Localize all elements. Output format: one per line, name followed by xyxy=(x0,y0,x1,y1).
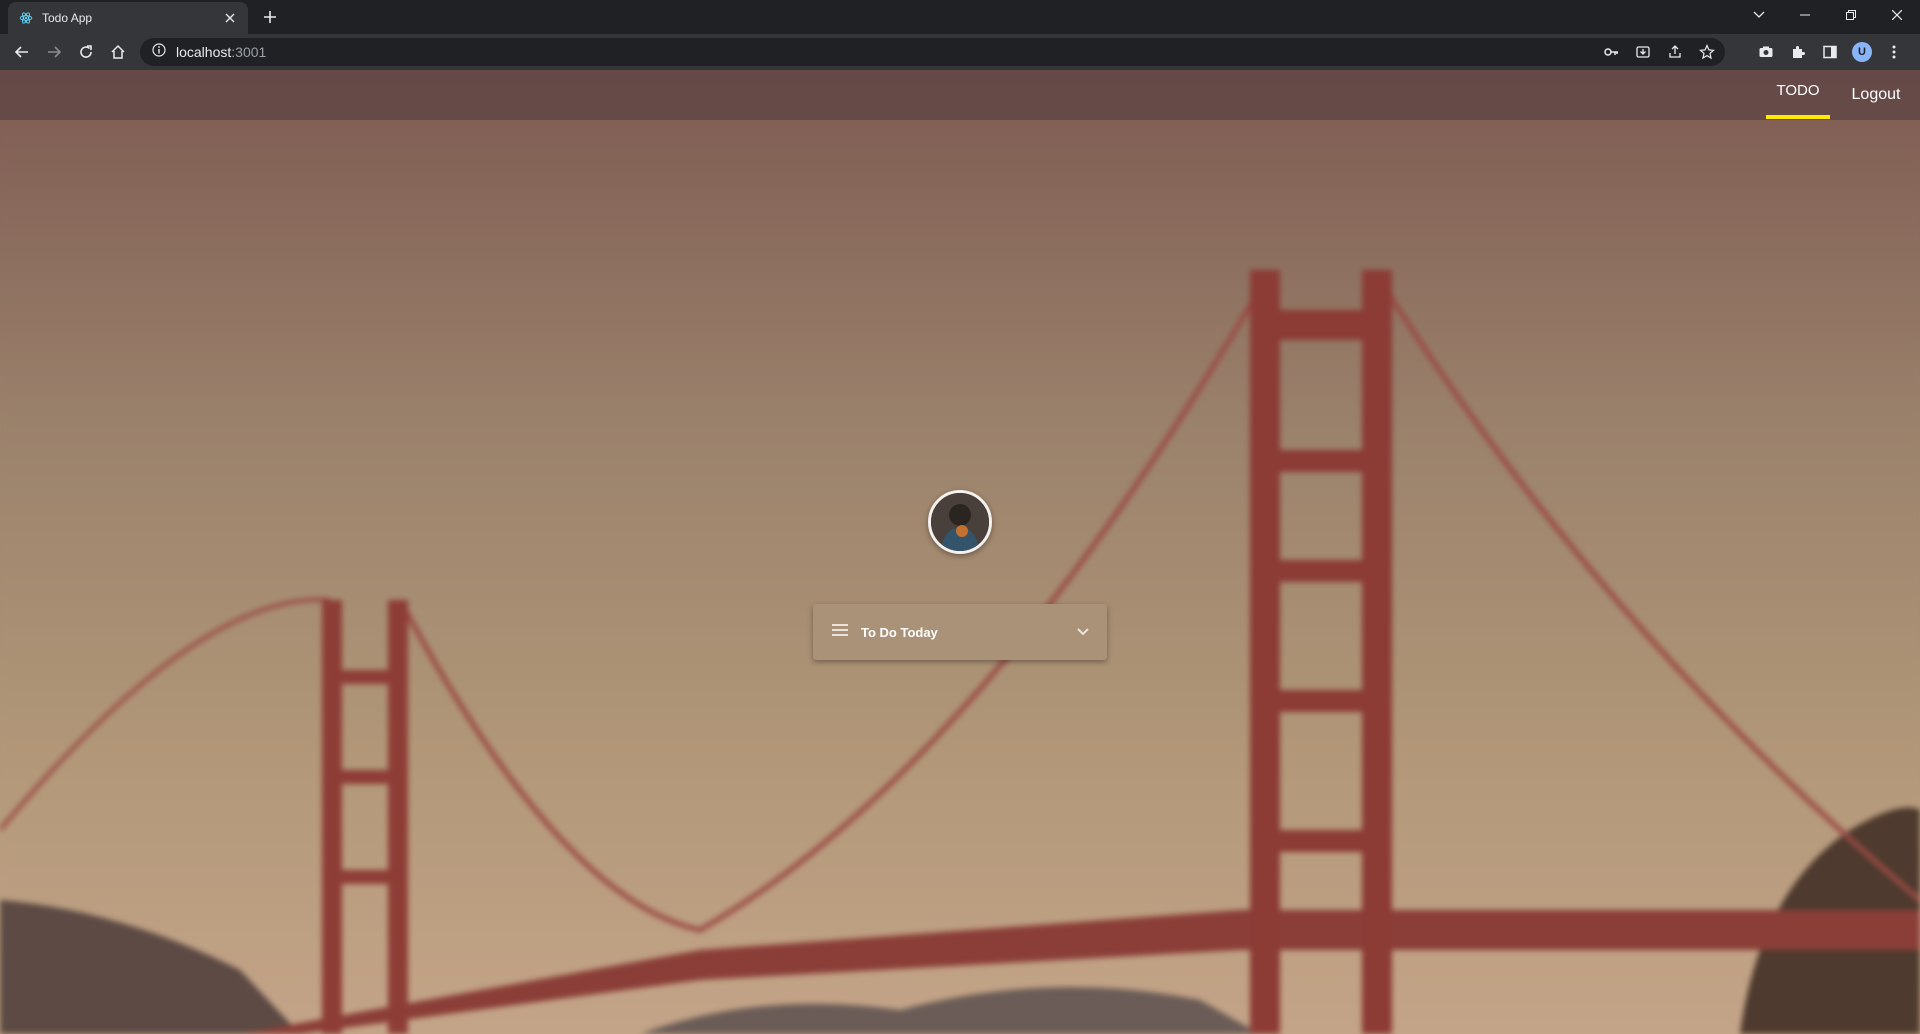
forward-arrow-icon[interactable] xyxy=(42,40,66,64)
user-avatar xyxy=(928,490,992,554)
url-text: localhost:3001 xyxy=(176,44,266,60)
tab-search-icon[interactable] xyxy=(1736,0,1782,30)
window-close-icon[interactable] xyxy=(1874,0,1920,30)
nav-todo-link[interactable]: TODO xyxy=(1766,70,1830,119)
install-icon[interactable] xyxy=(1633,42,1653,62)
app-header: TODO Logout xyxy=(0,70,1920,120)
react-icon xyxy=(18,10,34,26)
profile-initial: U xyxy=(1852,42,1872,62)
page-viewport: TODO Logout To Do Today xyxy=(0,70,1920,1034)
tab-title: Todo App xyxy=(42,11,93,25)
todo-list-label: To Do Today xyxy=(861,624,938,640)
url-host: localhost xyxy=(176,44,232,60)
close-icon[interactable] xyxy=(222,10,238,26)
window-controls xyxy=(1736,0,1920,30)
camera-icon[interactable] xyxy=(1754,40,1778,64)
home-icon[interactable] xyxy=(106,40,130,64)
browser-tab[interactable]: Todo App xyxy=(8,2,248,34)
puzzle-icon[interactable] xyxy=(1786,40,1810,64)
minimize-icon[interactable] xyxy=(1782,0,1828,30)
profile-avatar[interactable]: U xyxy=(1850,40,1874,64)
side-panel-icon[interactable] xyxy=(1818,40,1842,64)
menu-icon xyxy=(831,623,849,642)
nav-logout-link[interactable]: Logout xyxy=(1848,70,1904,120)
more-menu-icon[interactable] xyxy=(1882,40,1906,64)
todo-list-select[interactable]: To Do Today xyxy=(813,604,1107,660)
restore-icon[interactable] xyxy=(1828,0,1874,30)
address-bar[interactable]: localhost:3001 xyxy=(140,38,1725,66)
key-icon[interactable] xyxy=(1601,42,1621,62)
browser-tabstrip: Todo App xyxy=(0,0,1920,34)
share-icon[interactable] xyxy=(1665,42,1685,62)
url-port: :3001 xyxy=(231,44,267,60)
new-tab-button[interactable] xyxy=(260,7,280,27)
browser-toolbar: localhost:3001 U xyxy=(0,34,1920,70)
info-icon[interactable] xyxy=(152,42,166,62)
extension-area: U xyxy=(1754,40,1906,64)
omnibox-actions xyxy=(1601,42,1717,62)
reload-icon[interactable] xyxy=(74,40,98,64)
back-arrow-icon[interactable] xyxy=(10,40,34,64)
chevron-down-icon xyxy=(1077,623,1089,641)
star-icon[interactable] xyxy=(1697,42,1717,62)
